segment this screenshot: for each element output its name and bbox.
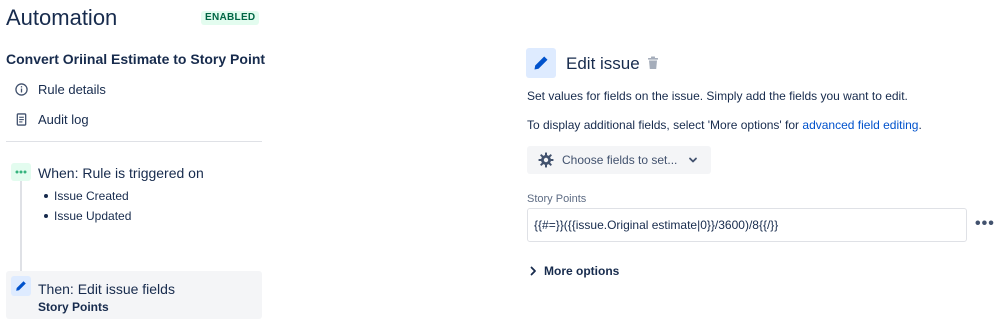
chevron-right-icon (529, 266, 537, 276)
choose-fields-button[interactable]: Choose fields to set... (527, 146, 711, 174)
advanced-field-editing-link[interactable]: advanced field editing (802, 118, 918, 132)
pencil-icon (526, 48, 556, 78)
editor-title: Edit issue (566, 54, 640, 73)
action-title: Then: Edit issue fields (38, 281, 175, 297)
ellipsis-icon (11, 163, 31, 181)
choose-fields-label: Choose fields to set... (562, 153, 678, 167)
trigger-item: Issue Created (44, 189, 131, 209)
trigger-title[interactable]: When: Rule is triggered on (38, 165, 204, 181)
status-badge: ENABLED (201, 11, 260, 25)
more-actions-icon[interactable]: ••• (975, 215, 995, 233)
rule-details-label: Rule details (38, 81, 106, 97)
story-points-input[interactable] (527, 208, 967, 242)
trigger-list: Issue Created Issue Updated (44, 189, 131, 229)
chevron-down-icon (688, 155, 698, 165)
document-icon (14, 112, 28, 126)
timeline-connector (20, 178, 22, 278)
rule-details-link[interactable]: Rule details (14, 79, 106, 99)
editor-hint: To display additional fields, select 'Mo… (527, 118, 922, 132)
audit-log-link[interactable]: Audit log (14, 109, 89, 129)
trigger-item: Issue Updated (44, 209, 131, 229)
pencil-icon (11, 276, 31, 296)
gear-icon (538, 152, 554, 168)
page-title: Automation (6, 5, 118, 30)
more-options-toggle[interactable]: More options (529, 264, 619, 278)
info-icon (14, 82, 28, 96)
action-subtitle: Story Points (38, 300, 109, 314)
more-options-label: More options (544, 264, 620, 278)
editor-hint-suffix: . (918, 118, 922, 132)
editor-description: Set values for fields on the issue. Simp… (527, 89, 908, 103)
audit-log-label: Audit log (38, 111, 89, 127)
trash-icon[interactable] (647, 56, 659, 70)
editor-hint-text: To display additional fields, select 'Mo… (527, 118, 803, 132)
rule-name: Convert Oriinal Estimate to Story Point (6, 51, 266, 67)
action-card[interactable]: Then: Edit issue fields Story Points (6, 271, 262, 319)
story-points-label: Story Points (527, 193, 587, 205)
sidebar-divider (6, 141, 262, 142)
